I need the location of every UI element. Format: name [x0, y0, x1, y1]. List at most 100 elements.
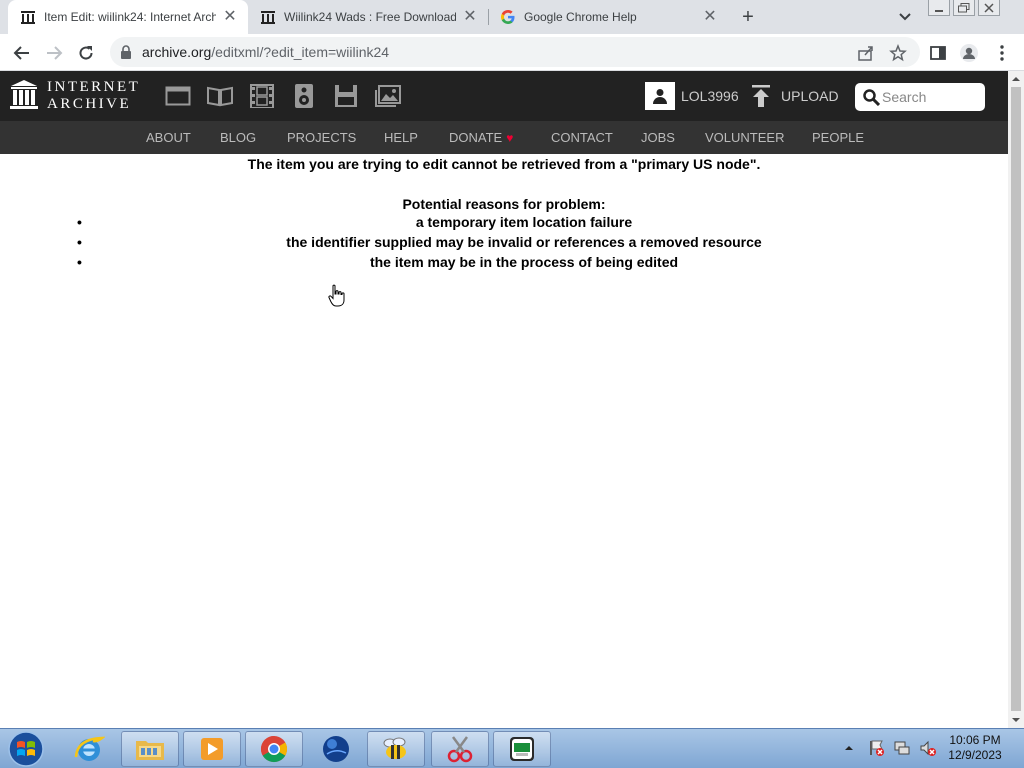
side-panel-button[interactable] [928, 43, 948, 63]
nav-donate[interactable]: DONATE ♥ [449, 130, 513, 145]
upload-link[interactable]: UPLOAD [781, 88, 839, 104]
video-icon[interactable] [249, 84, 275, 108]
profile-button[interactable] [959, 43, 979, 63]
kebab-menu-icon [1000, 45, 1004, 61]
nav-about[interactable]: ABOUT [146, 130, 191, 145]
back-button[interactable] [12, 43, 32, 63]
taskbar-internet-explorer[interactable] [60, 731, 118, 767]
ia-nav-bar: ABOUT BLOG PROJECTS HELP DONATE ♥ CONTACT… [0, 121, 1008, 154]
show-hidden-icons-icon[interactable] [843, 742, 855, 754]
archive-favicon-icon [21, 11, 35, 24]
account-avatar[interactable] [645, 82, 675, 110]
minimize-icon [935, 9, 943, 12]
images-icon[interactable] [375, 84, 401, 108]
tab-search-chevron-icon[interactable] [896, 9, 914, 25]
profile-icon [960, 44, 978, 62]
url-path: /editxml/?edit_item=wiilink24 [211, 44, 390, 60]
texts-icon[interactable] [207, 84, 233, 108]
nav-blog[interactable]: BLOG [220, 130, 256, 145]
heart-icon: ♥ [506, 131, 514, 145]
nav-donate-label: DONATE [449, 130, 503, 145]
account-username[interactable]: LOL3996 [681, 88, 739, 104]
software-icon[interactable] [333, 84, 359, 108]
hand-cursor-icon [328, 284, 345, 307]
network-icon[interactable] [893, 739, 911, 757]
action-center-flag-icon[interactable] [867, 739, 885, 757]
scroll-up-icon[interactable] [1012, 75, 1020, 83]
windows-taskbar: 10:06 PM 12/9/2023 [0, 728, 1024, 768]
chrome-icon [260, 735, 288, 763]
search-input[interactable] [882, 88, 977, 106]
scissors-icon [447, 736, 473, 763]
taskbar-wiilink-app[interactable] [493, 731, 551, 767]
wiilink-icon [510, 737, 534, 761]
tab-title: Item Edit: wiilink24: Internet Arch [44, 10, 216, 24]
close-tab-icon[interactable]: ✕ [462, 9, 478, 25]
bookmark-button[interactable] [888, 43, 908, 63]
taskbar-globe-app[interactable] [307, 731, 365, 767]
clock-date: 12/9/2023 [948, 748, 1002, 762]
media-player-icon [201, 738, 223, 760]
user-icon [653, 89, 667, 104]
share-button[interactable] [856, 43, 876, 63]
side-panel-icon [930, 46, 946, 60]
volume-muted-icon[interactable] [919, 739, 937, 757]
tab-title: Google Chrome Help [524, 10, 637, 24]
close-icon [984, 2, 994, 13]
back-arrow-icon [13, 46, 29, 60]
taskbar-bee-app[interactable] [367, 731, 425, 767]
lock-icon[interactable] [120, 45, 132, 59]
audio-icon[interactable] [291, 84, 317, 108]
tab-chrome-help[interactable]: Google Chrome Help ✕ [488, 0, 728, 34]
error-message: The item you are trying to edit cannot b… [247, 156, 761, 172]
nav-projects[interactable]: PROJECTS [287, 130, 356, 145]
taskbar-media-player[interactable] [183, 731, 241, 767]
tab-title: Wiilink24 Wads : Free Download [284, 10, 456, 24]
minimize-button[interactable] [928, 0, 950, 16]
vertical-scrollbar[interactable] [1008, 71, 1024, 728]
tab-item-edit[interactable]: Item Edit: wiilink24: Internet Arch ✕ [8, 0, 248, 34]
address-bar[interactable]: archive.org/editxml/?edit_item=wiilink24 [110, 37, 920, 67]
browser-toolbar: archive.org/editxml/?edit_item=wiilink24 [0, 34, 1024, 71]
restore-button[interactable] [953, 0, 975, 16]
url-text[interactable]: archive.org/editxml/?edit_item=wiilink24 [142, 44, 389, 60]
reload-button[interactable] [76, 43, 96, 63]
upload-icon[interactable] [751, 85, 771, 107]
nav-contact[interactable]: CONTACT [551, 130, 613, 145]
forward-arrow-icon [47, 46, 63, 60]
tab-wiilink-wads[interactable]: Wiilink24 Wads : Free Download ✕ [248, 0, 488, 34]
forward-button[interactable] [44, 43, 64, 63]
nav-volunteer[interactable]: VOLUNTEER [705, 130, 784, 145]
restore-icon [958, 2, 970, 12]
logo-line-2: ARCHIVE [47, 96, 132, 112]
google-favicon-icon [501, 10, 515, 24]
taskbar-scissors-app[interactable] [431, 731, 489, 767]
scrollbar-thumb[interactable] [1011, 87, 1021, 711]
taskbar-google-chrome[interactable] [245, 731, 303, 767]
nav-help[interactable]: HELP [384, 130, 418, 145]
scroll-down-icon[interactable] [1012, 716, 1020, 724]
system-tray [843, 739, 937, 757]
list-item: the identifier supplied may be invalid o… [0, 234, 1008, 254]
archive-favicon-icon [261, 11, 275, 24]
ia-header: INTERNET ARCHIVE LOL3996 UPLOAD Search [0, 71, 1008, 121]
close-tab-icon[interactable]: ✕ [222, 9, 238, 25]
close-window-button[interactable] [978, 0, 1000, 16]
archive-logo-text[interactable]: INTERNET ARCHIVE [47, 79, 140, 113]
url-host: archive.org [142, 44, 212, 60]
close-tab-icon[interactable]: ✕ [702, 9, 718, 25]
list-item: the item may be in the process of being … [0, 254, 1008, 274]
windows-start-icon[interactable] [6, 731, 46, 767]
menu-button[interactable] [992, 43, 1012, 63]
clock-time: 10:06 PM [949, 733, 1001, 747]
search-icon[interactable] [863, 89, 880, 106]
new-tab-button[interactable]: + [737, 6, 759, 28]
nav-people[interactable]: PEOPLE [812, 130, 864, 145]
system-clock[interactable]: 10:06 PM 12/9/2023 [940, 733, 1010, 763]
taskbar-windows-explorer[interactable] [121, 731, 179, 767]
web-icon[interactable] [165, 84, 191, 108]
ia-search-box[interactable] [855, 83, 985, 111]
page-content: The item you are trying to edit cannot b… [0, 154, 1008, 728]
nav-jobs[interactable]: JOBS [641, 130, 675, 145]
archive-logo-icon[interactable] [10, 80, 38, 110]
